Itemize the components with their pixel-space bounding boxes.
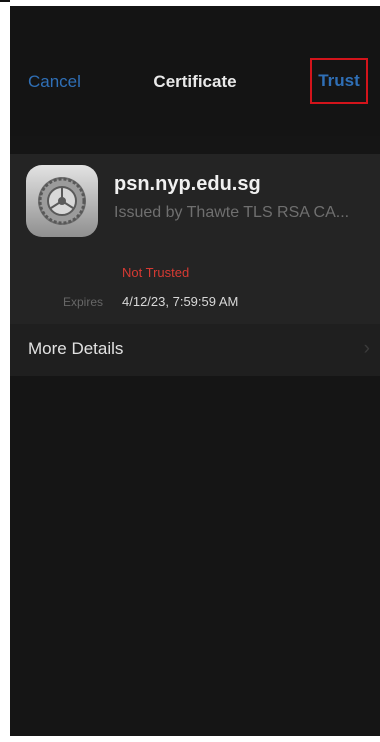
- more-details-row[interactable]: More Details ›: [10, 324, 380, 376]
- trust-status: Not Trusted: [122, 265, 190, 280]
- certificate-issuer: Issued by Thawte TLS RSA CA...: [114, 204, 350, 221]
- trust-button-label: Trust: [318, 71, 360, 90]
- more-details-label: More Details: [28, 339, 124, 358]
- certificate-name: psn.nyp.edu.sg: [114, 173, 261, 195]
- certificate-summary: psn.nyp.edu.sg Issued by Thawte TLS RSA …: [10, 154, 380, 324]
- chevron-right-icon: ›: [363, 338, 370, 359]
- screenshot-edge: [0, 0, 10, 2]
- trust-button[interactable]: Trust: [310, 58, 368, 104]
- certificate-screen: Cancel Certificate Trust psn.nyp.edu.sg …: [10, 6, 380, 736]
- navigation-bar: Cancel Certificate Trust: [10, 6, 380, 136]
- settings-gear-icon: [26, 165, 98, 237]
- empty-content-area: [10, 376, 380, 736]
- expires-value: 4/12/23, 7:59:59 AM: [122, 294, 239, 309]
- expires-label: Expires: [63, 295, 104, 309]
